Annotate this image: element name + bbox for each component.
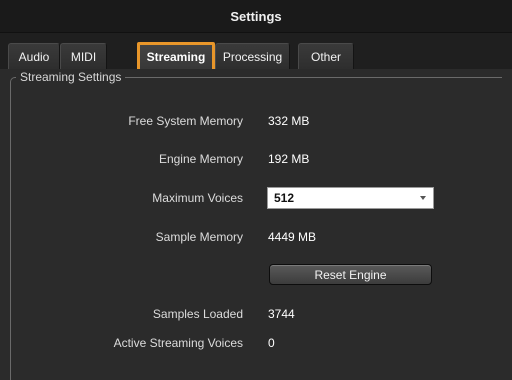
free-system-memory-label: Free System Memory: [128, 114, 243, 128]
tab-other[interactable]: Other: [298, 43, 354, 69]
tab-streaming[interactable]: Streaming: [137, 43, 215, 69]
sample-memory-value: 4449 MB: [268, 230, 317, 244]
tab-bar: Audio MIDI Streaming Processing Other: [0, 33, 512, 69]
tab-midi[interactable]: MIDI: [60, 43, 107, 69]
tab-audio[interactable]: Audio: [8, 43, 60, 69]
group-title: Streaming Settings: [16, 70, 126, 84]
chevron-down-icon: [420, 196, 426, 200]
maximum-voices-dropdown[interactable]: 512: [267, 187, 434, 209]
maximum-voices-value: 512: [274, 191, 295, 205]
samples-loaded-label: Samples Loaded: [152, 307, 243, 321]
free-system-memory-value: 332 MB: [268, 114, 310, 128]
active-streaming-voices-value: 0: [268, 336, 275, 350]
sample-memory-label: Sample Memory: [155, 230, 243, 244]
tab-processing[interactable]: Processing: [215, 43, 290, 69]
reset-engine-button[interactable]: Reset Engine: [269, 264, 432, 285]
engine-memory-value: 192 MB: [268, 152, 310, 166]
streaming-panel: Streaming Settings Free System Memory 33…: [0, 69, 512, 380]
engine-memory-label: Engine Memory: [158, 152, 243, 166]
samples-loaded-value: 3744: [268, 307, 295, 321]
window-title: Settings: [0, 0, 512, 33]
active-streaming-voices-label: Active Streaming Voices: [113, 336, 243, 350]
maximum-voices-label: Maximum Voices: [152, 191, 243, 205]
